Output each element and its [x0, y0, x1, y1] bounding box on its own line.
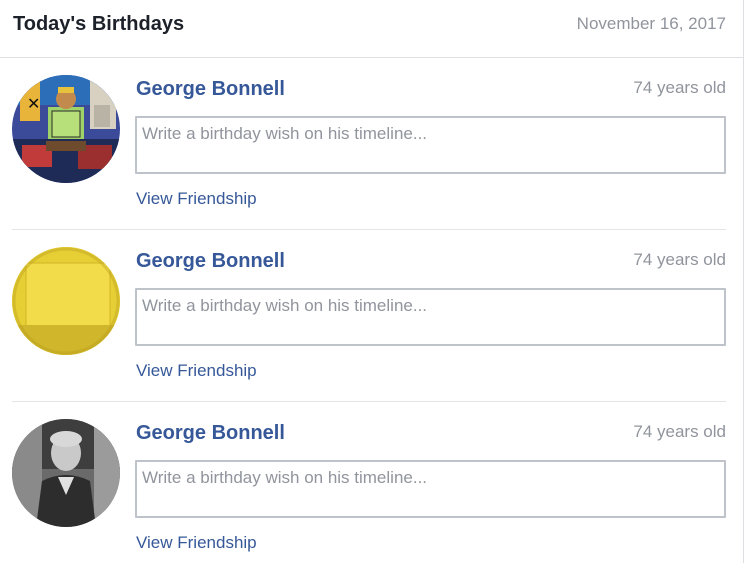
panel-title: Today's Birthdays: [13, 13, 185, 35]
svg-text:✕: ✕: [27, 94, 40, 113]
birthdays-header: Today's Birthdays November 16, 2017: [0, 0, 744, 58]
today-date: November 16, 2017: [576, 14, 726, 33]
friend-name[interactable]: George Bonnell: [136, 250, 285, 273]
birthday-wish-input[interactable]: [135, 288, 726, 346]
birthdays-panel: Today's Birthdays November 16, 2017 ✕ Ge…: [0, 0, 744, 563]
avatar[interactable]: [12, 419, 120, 527]
friend-name[interactable]: George Bonnell: [136, 422, 285, 445]
avatar[interactable]: [12, 247, 120, 355]
friend-name[interactable]: George Bonnell: [136, 78, 285, 101]
avatar-photo-image: [12, 419, 120, 527]
birthday-entry: ✕ George Bonnell 74 years old View Frien…: [0, 58, 744, 230]
birthday-entry: George Bonnell 74 years old View Friends…: [0, 402, 744, 563]
avatar[interactable]: ✕: [12, 75, 120, 183]
view-friendship-link[interactable]: View Friendship: [136, 189, 257, 209]
friend-age: 74 years old: [633, 250, 726, 269]
friend-age: 74 years old: [633, 422, 726, 441]
birthday-wish-input[interactable]: [135, 116, 726, 174]
view-friendship-link[interactable]: View Friendship: [136, 533, 257, 553]
friend-age: 74 years old: [633, 78, 726, 97]
birthday-wish-input[interactable]: [135, 460, 726, 518]
view-friendship-link[interactable]: View Friendship: [136, 361, 257, 381]
birthday-entry: George Bonnell 74 years old View Friends…: [0, 230, 744, 402]
avatar-comic-image: ✕: [12, 75, 120, 183]
avatar-logo-card-image: [12, 247, 120, 355]
